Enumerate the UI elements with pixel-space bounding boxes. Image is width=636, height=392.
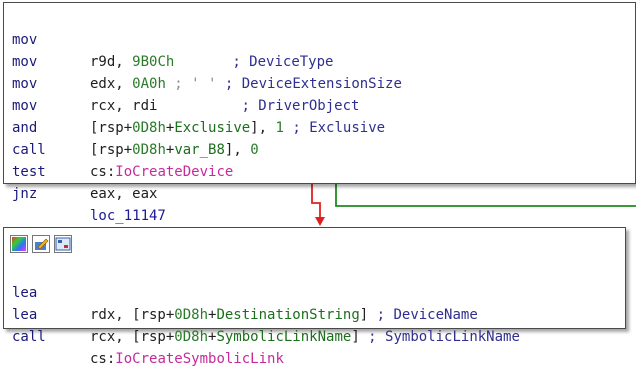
operands: loc_11147 — [90, 205, 166, 227]
asm-line[interactable]: mov rcx, rdi; DriverObject — [12, 51, 359, 114]
mnemonic: jnz — [12, 186, 38, 202]
true-branch-edge — [335, 184, 636, 207]
comment: ; SymbolicLinkName — [368, 329, 520, 345]
false-branch-arrowhead — [315, 217, 325, 226]
asm-line[interactable]: jnz loc_11147 — [12, 161, 166, 224]
asm-line[interactable]: and [rsp+0D8h+var_B8], 0 — [12, 95, 259, 158]
jump-target-label: loc_11147 — [90, 208, 166, 224]
import-function-ref: IoCreateSymbolicLink — [115, 351, 284, 367]
operands: rdx, [rsp+0D8h+DestinationString] ; Devi… — [90, 307, 478, 323]
edit-node-icon[interactable] — [32, 235, 50, 253]
comment: ; DeviceType — [232, 54, 334, 70]
asm-line[interactable]: call cs:IoCreateDevice — [12, 117, 233, 180]
operands: rcx, [rsp+0D8h+SymbolicLinkName] ; Symbo… — [90, 329, 520, 345]
operands: r9d, 9B0Ch; DeviceType — [90, 54, 334, 70]
false-branch-edge — [311, 184, 321, 222]
mnemonic: call — [12, 329, 46, 345]
stack-var-ref: SymbolicLinkName — [216, 329, 352, 345]
operands: edx, 0A0h ; ' ' ; DeviceExtensionSize — [90, 76, 402, 92]
basic-block-1[interactable]: mov r9d, 9B0Ch; DeviceType mov edx, 0A0h… — [3, 2, 636, 224]
comment: ; DeviceName — [376, 307, 478, 323]
asm-line[interactable]: mov edx, 0A0h ; ' ' ; DeviceExtensionSiz… — [12, 29, 402, 92]
asm-line[interactable]: lea rdx, [rsp+0D8h+DestinationString] ; … — [12, 260, 478, 323]
stack-var-ref: Exclusive — [174, 120, 251, 136]
node-toolbar — [10, 233, 72, 255]
operands: eax, eax — [90, 186, 158, 202]
basic-block-2[interactable]: lea rdx, [rsp+0D8h+DestinationString] ; … — [3, 227, 626, 367]
asm-line[interactable]: call cs:IoCreateSymbolicLink — [12, 304, 284, 367]
graph-color-icon[interactable] — [10, 235, 28, 253]
operands: [rsp+0D8h+var_B8], 0 — [90, 142, 259, 158]
asm-line[interactable]: mov r9d, 9B0Ch; DeviceType — [12, 7, 333, 70]
operands: cs:IoCreateSymbolicLink — [90, 351, 284, 367]
stack-var-ref: DestinationString — [216, 307, 360, 323]
group-nodes-icon[interactable] — [54, 235, 72, 253]
asm-line[interactable]: mov [rsp+0D8h+Exclusive], 1 ; Exclusive — [12, 73, 385, 136]
asm-line[interactable]: lea rcx, [rsp+0D8h+SymbolicLinkName] ; S… — [12, 282, 520, 345]
operands: rcx, rdi; DriverObject — [90, 98, 360, 114]
comment: ; DriverObject — [241, 98, 360, 114]
import-function-ref: IoCreateDevice — [115, 164, 234, 180]
operands: [rsp+0D8h+Exclusive], 1 ; Exclusive — [90, 120, 386, 136]
comment: ; Exclusive — [283, 120, 386, 136]
comment: ; DeviceExtensionSize — [224, 76, 402, 92]
operands: cs:IoCreateDevice — [90, 164, 234, 180]
stack-var-ref: var_B8 — [174, 142, 225, 158]
asm-line[interactable]: test eax, eax — [12, 139, 157, 202]
